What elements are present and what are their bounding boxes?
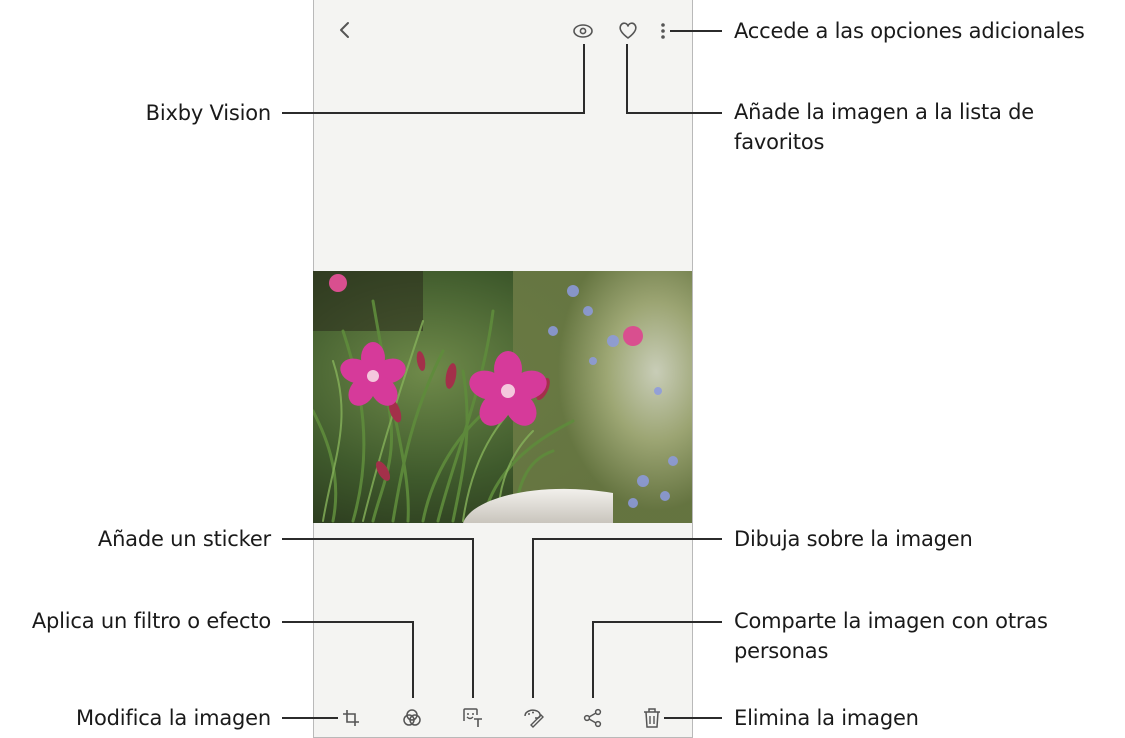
- label-favorite-line1: Añade la imagen a la lista de: [734, 100, 1035, 124]
- label-share-line2: personas: [734, 639, 829, 663]
- label-more-options: Accede a las opciones adicionales: [734, 19, 1085, 43]
- label-edit: Modifica la imagen: [76, 706, 271, 730]
- label-bixby-vision: Bixby Vision: [145, 101, 272, 125]
- label-filter: Aplica un filtro o efecto: [31, 609, 271, 633]
- label-draw: Dibuja sobre la imagen: [734, 527, 973, 551]
- label-sticker: Añade un sticker: [97, 527, 271, 551]
- label-delete: Elimina la imagen: [734, 706, 919, 730]
- label-favorite-line2: favoritos: [734, 130, 825, 154]
- label-share-line1: Comparte la imagen con otras: [734, 609, 1048, 633]
